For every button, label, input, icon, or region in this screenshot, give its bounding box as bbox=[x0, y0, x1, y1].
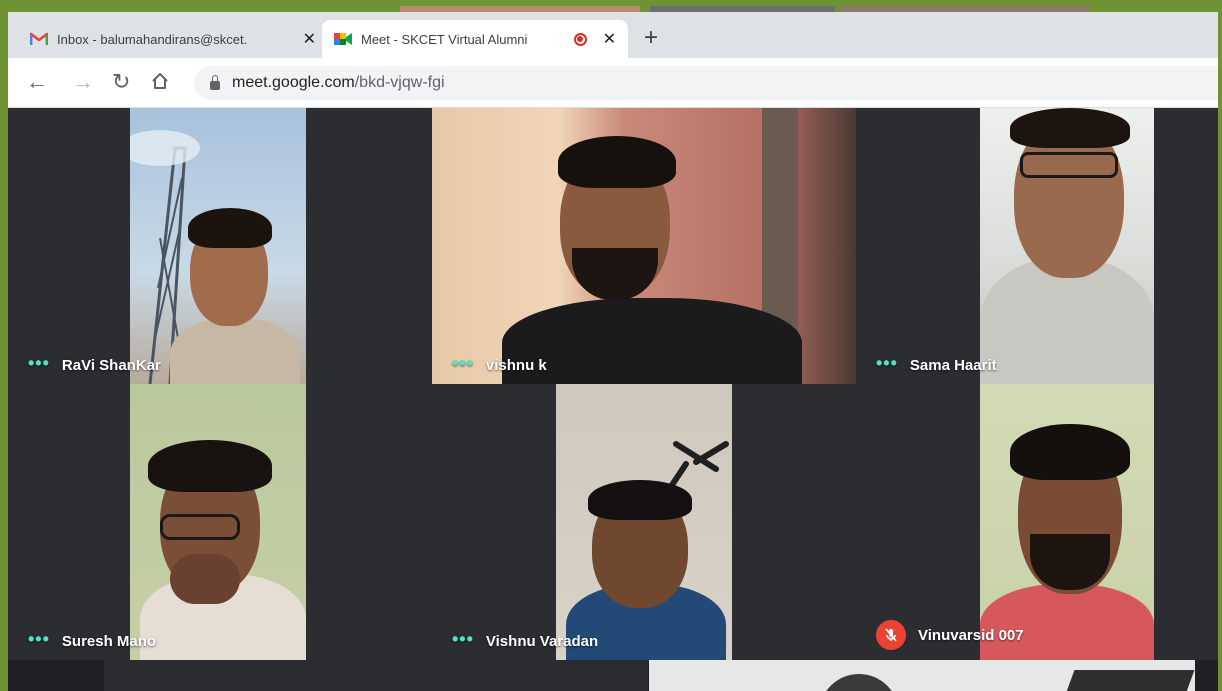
new-tab-button[interactable]: + bbox=[644, 26, 658, 50]
participant-tile[interactable]: ••• Vishnu Varadan bbox=[432, 384, 856, 660]
tab-bar: Inbox - balumahandirans@skcet. ✕ Meet - … bbox=[8, 12, 1218, 58]
participant-name: vishnu k bbox=[485, 357, 547, 374]
participant-name-label: ••• RaVi ShanKar bbox=[28, 354, 161, 375]
person-beard bbox=[572, 248, 658, 300]
person-shirt bbox=[170, 318, 300, 384]
participant-video bbox=[980, 108, 1154, 384]
person-hair bbox=[1010, 424, 1130, 480]
lock-icon bbox=[210, 74, 220, 90]
home-icon[interactable] bbox=[150, 71, 170, 95]
participant-tile-partial[interactable] bbox=[104, 660, 648, 691]
participant-name-label: ••• Suresh Mano bbox=[28, 630, 157, 651]
tab-meet[interactable]: Meet - SKCET Virtual Alumni ✕ bbox=[322, 20, 628, 58]
person-shirt bbox=[502, 298, 802, 384]
participant-tile[interactable]: ••• Suresh Mano bbox=[8, 384, 432, 660]
url-path: /bkd-vjqw-fgi bbox=[354, 74, 445, 91]
gmail-icon bbox=[29, 32, 49, 46]
participant-name: Vinuvarsid 007 bbox=[918, 626, 1024, 644]
forward-arrow-icon[interactable]: → bbox=[72, 71, 94, 93]
participant-video bbox=[556, 384, 732, 660]
participant-name: Suresh Mano bbox=[61, 633, 157, 650]
glasses bbox=[160, 514, 240, 540]
participant-tile[interactable]: Vinuvarsid 007 bbox=[856, 384, 1218, 660]
person-hair bbox=[588, 480, 692, 520]
tab-gmail[interactable]: Inbox - balumahandirans@skcet. ✕ bbox=[18, 20, 328, 58]
person-hair bbox=[188, 208, 272, 248]
person-hair bbox=[148, 440, 272, 492]
participant-tile[interactable]: ••• RaVi ShanKar bbox=[8, 108, 432, 384]
person-hand bbox=[170, 554, 240, 604]
glasses bbox=[1020, 152, 1118, 178]
person-hair bbox=[1010, 108, 1130, 148]
more-options-icon[interactable]: ••• bbox=[876, 354, 898, 372]
url-host: meet.google.com bbox=[232, 74, 355, 91]
more-options-icon[interactable]: ••• bbox=[28, 630, 50, 648]
participant-tile-partial[interactable] bbox=[649, 660, 1195, 691]
browser-toolbar: ← → ↻ meet.google.com/bkd-vjqw-fgi bbox=[8, 58, 1218, 108]
participant-name-label: Vinuvarsid 007 bbox=[876, 620, 1024, 650]
participant-name-label: ••• Sama Haarit bbox=[876, 354, 997, 375]
close-tab-icon[interactable]: ✕ bbox=[603, 29, 616, 49]
more-options-icon[interactable]: ••• bbox=[28, 354, 50, 372]
more-options-icon[interactable]: ••• bbox=[452, 630, 474, 648]
close-tab-icon[interactable]: ✕ bbox=[303, 29, 316, 49]
participant-tile[interactable]: ••• vishnu k bbox=[432, 108, 856, 384]
participant-name: Vishnu Varadan bbox=[485, 633, 599, 650]
person-head-partial bbox=[819, 674, 899, 691]
participant-name: Sama Haarit bbox=[909, 357, 997, 374]
participant-name-label: ••• Vishnu Varadan bbox=[452, 630, 599, 651]
tab-title: Inbox - balumahandirans@skcet. bbox=[57, 31, 248, 47]
meet-video-grid: ••• RaVi ShanKar ••• vishnu k ••• Sama H… bbox=[8, 108, 1218, 691]
person-hair bbox=[558, 136, 676, 188]
participant-video bbox=[130, 384, 306, 660]
reload-icon[interactable]: ↻ bbox=[112, 71, 130, 93]
mic-off-icon bbox=[876, 620, 906, 650]
browser-window: Inbox - balumahandirans@skcet. ✕ Meet - … bbox=[8, 12, 1218, 691]
participant-video bbox=[980, 384, 1154, 660]
participant-name-label: ••• vishnu k bbox=[452, 354, 547, 375]
participant-tile[interactable]: ••• Sama Haarit bbox=[856, 108, 1218, 384]
participant-name: RaVi ShanKar bbox=[61, 357, 161, 374]
more-options-icon[interactable]: ••• bbox=[452, 354, 474, 372]
recording-indicator-icon bbox=[573, 32, 587, 46]
address-bar[interactable]: meet.google.com/bkd-vjqw-fgi bbox=[194, 66, 1218, 100]
object-partial bbox=[1063, 670, 1195, 691]
meet-icon bbox=[334, 32, 352, 46]
participant-video bbox=[130, 108, 306, 384]
tab-title: Meet - SKCET Virtual Alumni bbox=[361, 31, 528, 47]
back-arrow-icon[interactable]: ← bbox=[26, 71, 48, 93]
participant-video bbox=[432, 108, 856, 384]
